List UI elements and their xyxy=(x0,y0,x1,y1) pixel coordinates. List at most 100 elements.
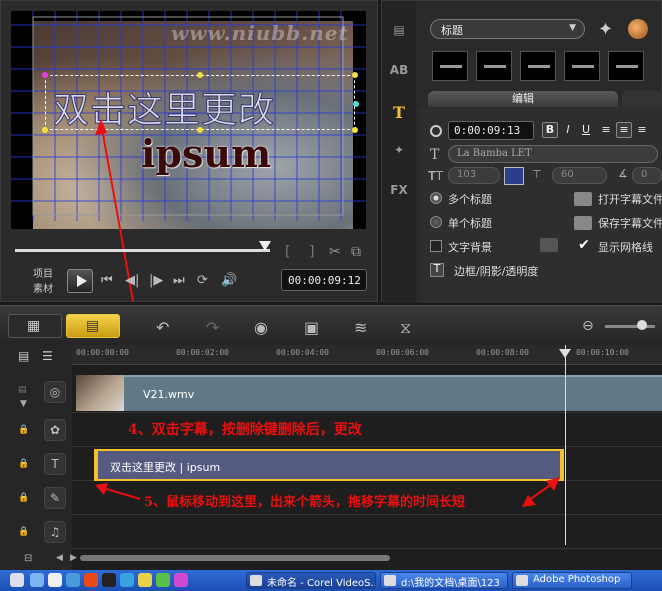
transition-icon[interactable]: AB xyxy=(389,63,409,81)
scrubber-knob[interactable] xyxy=(259,241,271,251)
transition-auto-icon[interactable]: ⧖ xyxy=(400,318,411,338)
redo-icon[interactable]: ↷ xyxy=(206,318,219,337)
quicklaunch-icon[interactable] xyxy=(120,573,134,587)
mixer-icon[interactable]: ▣ xyxy=(304,318,319,337)
radio-single-title-label: 单个标题 xyxy=(448,217,492,230)
options-globe-icon[interactable] xyxy=(628,19,648,39)
font-size-select[interactable]: 103 xyxy=(448,167,500,184)
trim-in-button[interactable]: [ xyxy=(285,244,290,260)
end-icon[interactable]: ⏭ xyxy=(173,273,185,288)
title-preset[interactable] xyxy=(520,51,556,81)
scroll-left-icon[interactable]: ◀ xyxy=(56,553,63,563)
split-icon[interactable]: ✂ xyxy=(329,244,341,260)
open-file-icon[interactable] xyxy=(574,192,592,206)
align-center-icon[interactable]: ≡ xyxy=(616,122,632,138)
tab-attribute[interactable] xyxy=(622,91,662,107)
save-file-icon[interactable] xyxy=(574,216,592,230)
rotation-icon: ∡ xyxy=(618,167,628,180)
next-frame-icon[interactable]: |▶ xyxy=(149,273,163,288)
filmstrip-icon: ▦ xyxy=(27,318,41,334)
rotation-field[interactable]: 0 xyxy=(632,167,662,184)
radio-single-title[interactable] xyxy=(430,216,442,228)
quicklaunch-icon[interactable] xyxy=(174,573,188,587)
scroll-mode-icon[interactable]: ⊟ xyxy=(24,553,32,564)
line-spacing-icon: ⊤ xyxy=(532,168,542,181)
text-background-label: 文字背景 xyxy=(448,241,492,254)
record-capture-icon[interactable]: ◉ xyxy=(254,318,268,337)
show-grid-checkbox[interactable]: ✔ xyxy=(578,238,590,252)
annotation-arrows xyxy=(95,477,560,507)
title-preset[interactable] xyxy=(476,51,512,81)
open-title-file-button[interactable]: 打开字幕文件 xyxy=(598,191,662,207)
italic-button[interactable]: I xyxy=(560,122,576,138)
trim-out-button[interactable]: ] xyxy=(309,244,314,260)
timeline: ▤ ☰ ▼ ◎ ▤ ✿ 🔒 T 🔒 ✎ 🔒 ♫ 🔒 00:00:00:00 00… xyxy=(0,345,662,570)
library-sidebar: ▤ AB T ✦ FX xyxy=(382,1,416,303)
font-select[interactable]: La Bamba LET xyxy=(448,145,658,163)
volume-icon[interactable]: 🔊 xyxy=(221,273,237,288)
tab-edit[interactable]: 编辑 xyxy=(428,91,618,107)
line-spacing-select[interactable]: 60 xyxy=(552,167,607,184)
copy-icon[interactable]: ⧉ xyxy=(351,244,361,260)
background-settings-icon[interactable] xyxy=(540,238,558,252)
style-dropdown[interactable]: 标题 xyxy=(430,19,585,39)
font-size-icon: 𝐓T xyxy=(428,169,444,183)
show-desktop-icon[interactable] xyxy=(10,573,24,587)
repeat-icon[interactable]: ⟳ xyxy=(197,273,208,288)
scroll-right-icon[interactable]: ▶ xyxy=(70,553,77,563)
taskbar-button-videostudio[interactable]: 未命名 - Corel VideoS... xyxy=(246,572,376,589)
underline-button[interactable]: U xyxy=(578,122,594,138)
border-shadow-button[interactable]: 边框/阴影/透明度 xyxy=(454,263,538,279)
title-icon[interactable]: T xyxy=(389,103,409,122)
timeline-toolbar: ▦ ▤ ↶ ↷ ◉ ▣ ≋ ⧖ ⊖ xyxy=(0,305,662,345)
title-preset[interactable] xyxy=(608,51,644,81)
prev-frame-icon[interactable]: ◀| xyxy=(125,273,139,288)
quicklaunch-icon[interactable] xyxy=(84,573,98,587)
text-color-swatch[interactable] xyxy=(504,167,524,185)
quicklaunch-icon[interactable] xyxy=(138,573,152,587)
audio-wave-icon[interactable]: ≋ xyxy=(354,318,367,337)
quicklaunch-icon[interactable] xyxy=(66,573,80,587)
taskbar-button-folder[interactable]: d:\我的文档\桌面\123 xyxy=(380,572,508,589)
border-shadow-icon[interactable]: T xyxy=(430,263,444,277)
windows-taskbar: 未命名 - Corel VideoS... d:\我的文档\桌面\123 Ado… xyxy=(0,570,662,591)
add-favorite-icon[interactable]: ✦ xyxy=(598,19,613,40)
taskbar-button-photoshop[interactable]: Adobe Photoshop xyxy=(512,572,632,589)
undo-icon[interactable]: ↶ xyxy=(156,318,169,337)
duration-field[interactable]: 0:00:09:13 xyxy=(448,121,534,140)
scrubber-track[interactable] xyxy=(15,249,270,252)
storyboard-view-button[interactable]: ▦ xyxy=(8,314,62,338)
bold-button[interactable]: B xyxy=(542,122,558,138)
align-left-icon[interactable]: ≡ xyxy=(598,122,614,138)
play-mode-labels[interactable]: 项目 素材 xyxy=(33,267,53,297)
save-title-file-button[interactable]: 保存字幕文件 xyxy=(598,215,662,231)
quicklaunch-icon[interactable] xyxy=(30,573,44,587)
title-preset[interactable] xyxy=(432,51,468,81)
play-button[interactable] xyxy=(67,269,93,293)
zoom-slider[interactable] xyxy=(605,325,655,328)
text-background-checkbox[interactable] xyxy=(430,240,442,252)
graphics-icon[interactable]: ✦ xyxy=(389,143,409,161)
zoom-out-icon[interactable]: ⊖ xyxy=(582,318,594,334)
quicklaunch-icon[interactable] xyxy=(102,573,116,587)
fx-icon[interactable]: FX xyxy=(389,183,409,201)
radio-multi-title-label: 多个标题 xyxy=(448,193,492,206)
timecode-field[interactable]: 00:00:09:12 xyxy=(281,269,367,291)
home-icon[interactable]: ⏮ xyxy=(101,273,113,288)
timeline-view-button[interactable]: ▤ xyxy=(66,314,120,338)
mode-clip[interactable]: 素材 xyxy=(33,282,53,297)
quicklaunch-icon[interactable] xyxy=(48,573,62,587)
media-library-icon[interactable]: ▤ xyxy=(389,23,409,41)
radio-multi-title[interactable] xyxy=(430,192,442,204)
font-icon: T xyxy=(430,147,440,163)
title-preset[interactable] xyxy=(564,51,600,81)
quicklaunch-icon[interactable] xyxy=(156,573,170,587)
options-panel: ▤ AB T ✦ FX 标题 ✦ 编辑 0:00:09:13 B I U ≡ ≡… xyxy=(381,0,662,303)
annotation-arrow xyxy=(95,119,134,302)
horizontal-scrollbar[interactable] xyxy=(80,555,390,561)
mode-project[interactable]: 项目 xyxy=(33,267,53,282)
preview-panel: www.niubb.net 双击这里更改 ipsum [ ] ✂ ⧉ 项目 素材… xyxy=(0,0,378,302)
show-grid-label: 显示网格线 xyxy=(598,241,653,254)
align-right-icon[interactable]: ≡ xyxy=(634,122,650,138)
zoom-slider-knob[interactable] xyxy=(637,320,647,330)
